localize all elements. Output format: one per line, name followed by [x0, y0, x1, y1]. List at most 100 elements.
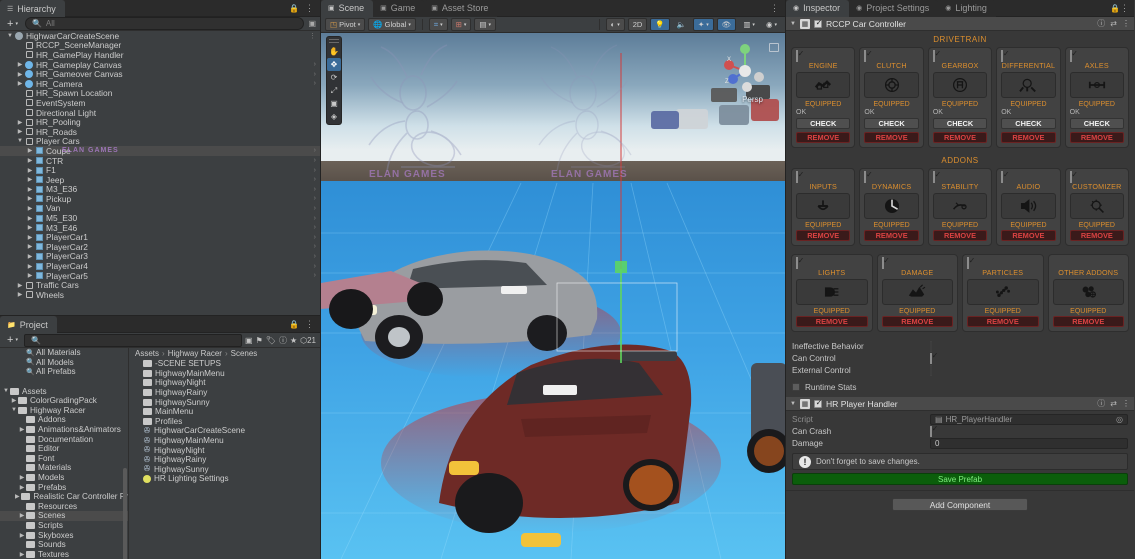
audio-toggle[interactable]: 🔈 [673, 18, 690, 31]
property-checkbox[interactable] [930, 364, 932, 376]
help-icon[interactable]: ⓘ [1097, 18, 1105, 29]
project-tree-item[interactable]: Materials [0, 463, 128, 473]
module-enabled-checkbox[interactable] [796, 171, 798, 183]
module-remove-button[interactable]: REMOVE [932, 132, 988, 143]
module-enabled-checkbox[interactable] [932, 50, 935, 62]
module-remove-button[interactable]: REMOVE [1069, 132, 1125, 143]
module-remove-button[interactable]: REMOVE [1001, 230, 1056, 241]
module-remove-button[interactable]: REMOVE [1001, 132, 1056, 143]
rotate-tool[interactable]: ⟳ [327, 71, 341, 84]
foldout-arrow-icon[interactable]: ▶ [16, 282, 24, 289]
module-remove-button[interactable]: REMOVE [796, 132, 851, 143]
runtime-stats-checkbox[interactable] [792, 383, 800, 391]
component-header-hr-player-handler[interactable]: ▼ ▦ HR Player Handler ⓘ ⇄ ⋮ [786, 397, 1134, 411]
project-tree-item[interactable]: 🔍 All Models [0, 358, 128, 368]
project-tree-item[interactable]: Sounds [0, 540, 128, 550]
audio-icon[interactable] [1001, 193, 1056, 219]
module-check-button[interactable]: CHECK [796, 118, 851, 129]
foldout-arrow-icon[interactable]: ▶ [26, 186, 34, 193]
effects-dropdown[interactable]: ✦ ▾ [692, 18, 714, 31]
foldout-arrow-icon[interactable]: ▶ [16, 291, 24, 298]
asset-item[interactable]: HighwayRainy [129, 388, 320, 398]
module-enabled-checkbox[interactable] [796, 257, 798, 269]
customizer-icon[interactable] [1069, 193, 1125, 219]
asset-item[interactable]: Profiles [129, 417, 320, 427]
scene-projection-label[interactable]: Persp [742, 95, 763, 104]
module-remove-button[interactable]: REMOVE [796, 230, 851, 241]
tab-game[interactable]: ▣ Game [373, 0, 425, 17]
scene-tools-overlay[interactable]: ✋ ✥ ⟳ ⤢ ▣ ◈ [326, 36, 342, 125]
more-menu-icon[interactable]: ⋮ [305, 3, 314, 14]
chevron-right-icon[interactable]: › [314, 61, 316, 68]
project-tree-item[interactable]: Documentation [0, 434, 128, 444]
more-menu-icon[interactable]: ⋮ [1120, 3, 1129, 13]
foldout-arrow-icon[interactable]: ▶ [13, 493, 21, 500]
chevron-right-icon[interactable]: › [314, 71, 316, 78]
project-tree-item[interactable]: ▶ Realistic Car Controller Pr [0, 492, 128, 502]
foldout-arrow-icon[interactable]: ▼ [10, 407, 18, 413]
scene-lighting-toggle[interactable]: 💡 [650, 18, 670, 31]
hierarchy-item[interactable]: HR_Spawn Location [0, 88, 320, 98]
tab-project[interactable]: 📁 Project [0, 316, 57, 333]
property-checkbox[interactable] [930, 340, 932, 352]
differential-icon[interactable] [1001, 72, 1056, 98]
foldout-arrow-icon[interactable]: ▶ [18, 551, 26, 558]
hierarchy-item[interactable]: HR_GamePlay Handler [0, 50, 320, 60]
module-enabled-checkbox[interactable] [796, 50, 798, 62]
inputs-icon[interactable] [796, 193, 851, 219]
hierarchy-item[interactable]: ▼ Player Cars [0, 136, 320, 146]
stability-icon[interactable] [932, 193, 988, 219]
module-remove-button[interactable]: REMOVE [932, 230, 988, 241]
asset-item[interactable]: HighwaySunny [129, 397, 320, 407]
view-2d-toggle[interactable]: 2D [627, 18, 648, 31]
project-filter-type-icon[interactable]: ⚑ [256, 336, 263, 345]
hierarchy-item[interactable]: ▶ CTR › [0, 156, 320, 166]
chevron-right-icon[interactable]: › [314, 195, 316, 202]
hierarchy-item[interactable]: Directional Light [0, 108, 320, 118]
foldout-arrow-icon[interactable]: ▶ [18, 532, 26, 539]
object-picker-icon[interactable]: ◎ [1116, 415, 1123, 424]
tab-inspector[interactable]: ◉ Inspector [786, 0, 850, 17]
module-enabled-checkbox[interactable] [1001, 50, 1004, 62]
hierarchy-item[interactable]: ▶ HR_Roads [0, 127, 320, 137]
foldout-arrow-icon[interactable]: ▶ [26, 176, 34, 183]
asset-item[interactable]: ✇ HighwayMainMenu [129, 436, 320, 446]
module-check-button[interactable]: CHECK [864, 118, 919, 129]
damage-icon[interactable] [881, 279, 953, 305]
module-check-button[interactable]: CHECK [1069, 118, 1125, 129]
asset-item[interactable]: ✇ HighwayNight [129, 445, 320, 455]
grid-visibility-button[interactable]: ▤ ▾ [474, 18, 497, 31]
tab-asset-store[interactable]: ▣ Asset Store [424, 0, 498, 17]
scene-more-menu-icon[interactable]: ⋮ [309, 32, 316, 40]
hierarchy-item[interactable]: ▶ PlayerCar2 › [0, 242, 320, 252]
runtime-stats-row[interactable]: Runtime Stats [786, 381, 1134, 393]
asset-item[interactable]: HighwayNight [129, 378, 320, 388]
chevron-right-icon[interactable]: › [314, 243, 316, 250]
foldout-arrow-icon[interactable]: ▶ [18, 512, 26, 519]
project-info-icon[interactable]: ⓘ [279, 335, 287, 346]
project-tree-item[interactable]: ▶ Models [0, 473, 128, 483]
foldout-arrow-icon[interactable]: ▶ [26, 167, 34, 174]
project-tree-item[interactable]: ▶ Skyboxes [0, 530, 128, 540]
module-remove-button[interactable]: REMOVE [1069, 230, 1125, 241]
project-filter-label-icon[interactable]: 🏷 [266, 336, 276, 345]
tab-scene[interactable]: ▣ Scene [321, 0, 374, 17]
hierarchy-item[interactable]: ▶ PlayerCar4 › [0, 261, 320, 271]
gearbox-icon[interactable] [932, 72, 988, 98]
space-dropdown[interactable]: 🌐 Global ▾ [368, 18, 416, 31]
add-component-button[interactable]: Add Component [892, 498, 1028, 511]
grid-snap-button[interactable]: ⌗ ▾ [428, 18, 448, 31]
project-tree-item[interactable]: Font [0, 454, 128, 464]
module-check-button[interactable]: CHECK [1001, 118, 1056, 129]
foldout-arrow-icon[interactable]: ▼ [6, 33, 14, 39]
module-remove-button[interactable]: REMOVE [881, 316, 953, 327]
property-checkbox[interactable] [930, 352, 932, 364]
axles-icon[interactable] [1069, 72, 1125, 98]
module-enabled-checkbox[interactable] [932, 171, 935, 183]
foldout-arrow-icon[interactable]: ▶ [26, 253, 34, 260]
foldout-arrow-icon[interactable]: ▶ [16, 61, 24, 68]
chevron-right-icon[interactable]: › [314, 157, 316, 164]
gizmos-dropdown[interactable]: ◉ ▾ [762, 18, 781, 31]
foldout-arrow-icon[interactable]: ▶ [18, 474, 26, 481]
foldout-arrow-icon[interactable]: ▶ [26, 234, 34, 241]
